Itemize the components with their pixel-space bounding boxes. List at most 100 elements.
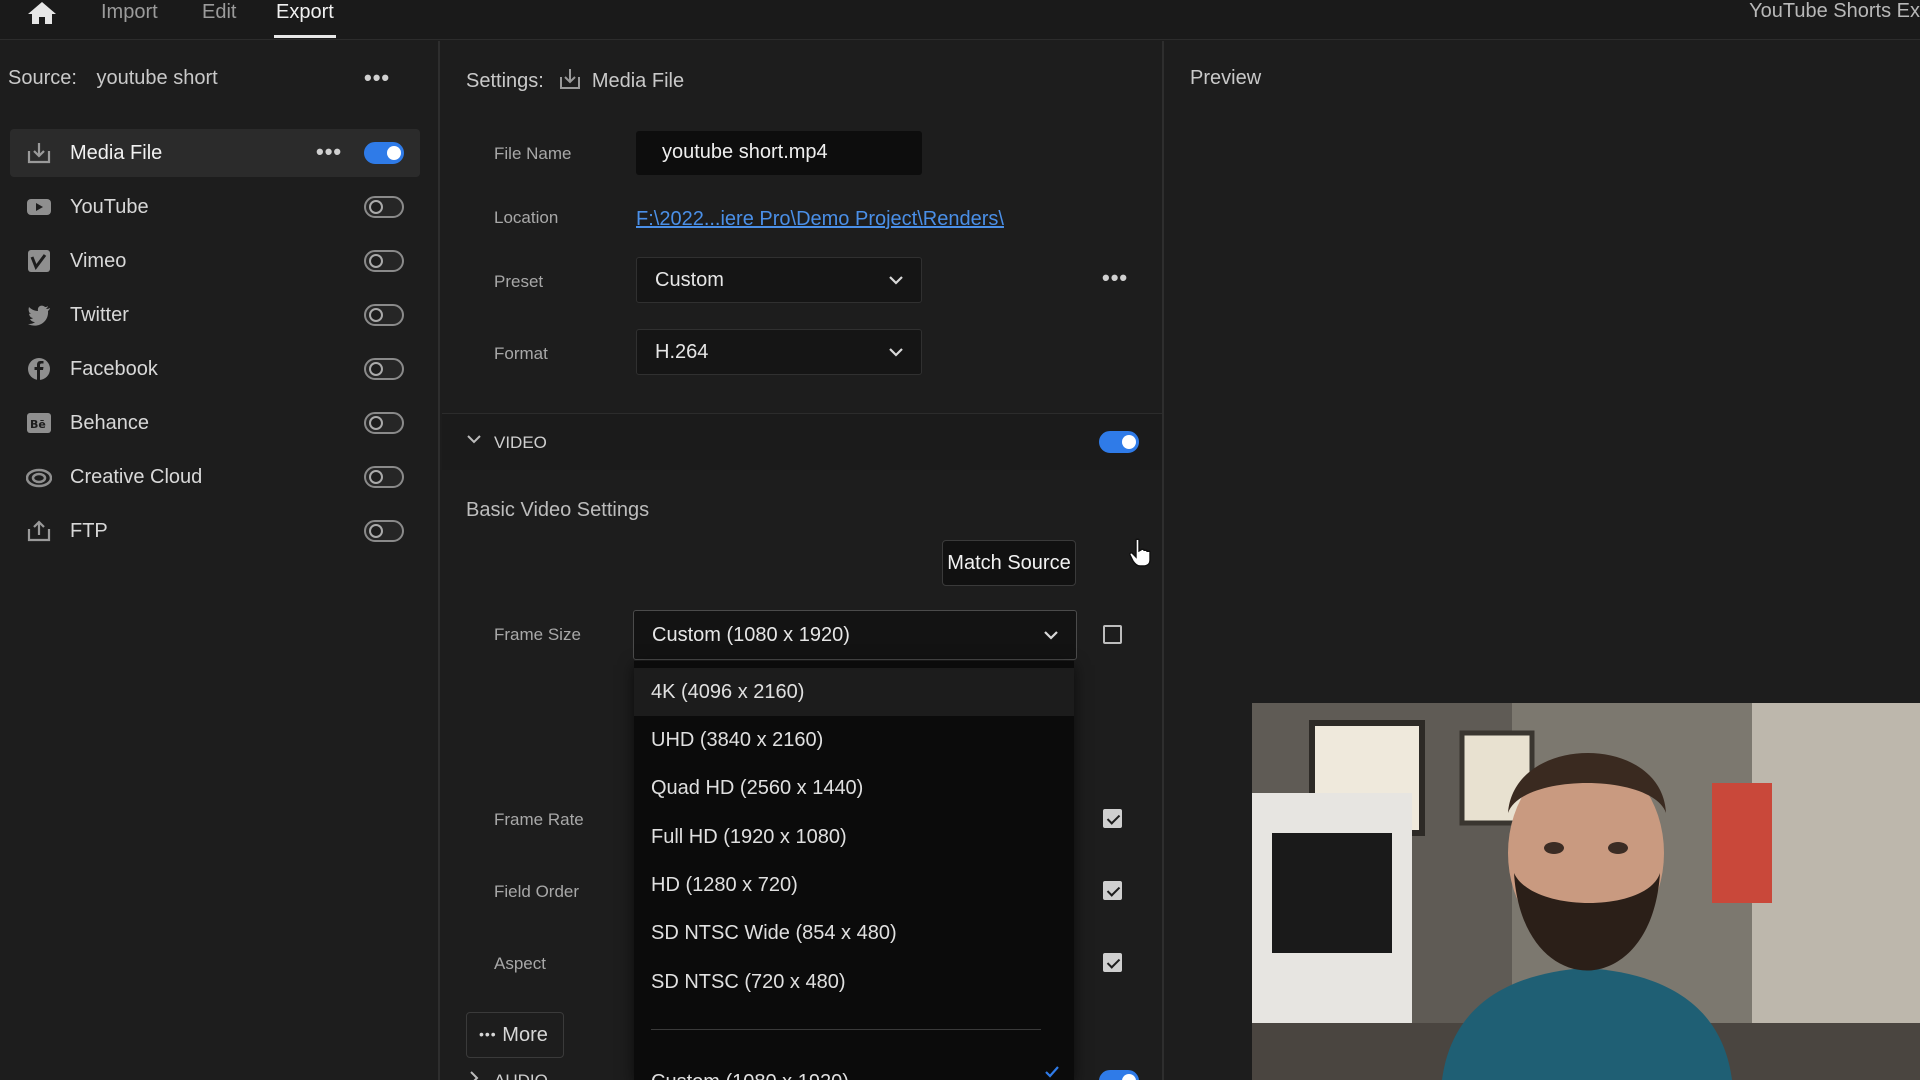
facebook-toggle[interactable] [364, 358, 404, 380]
webcam-overlay [1252, 703, 1920, 1080]
basic-video-settings-heading: Basic Video Settings [466, 499, 650, 521]
frame-size-option[interactable]: SD NTSC Wide (854 x 480) [634, 909, 1074, 957]
frame-size-option[interactable]: HD (1280 x 720) [634, 861, 1074, 909]
project-title: YouTube Shorts Ex [1749, 0, 1920, 22]
frame-size-option[interactable]: SD NTSC (720 x 480) [634, 958, 1074, 1006]
audio-toggle[interactable] [1099, 1070, 1139, 1080]
destination-behance[interactable]: Bē Behance [10, 399, 420, 447]
destination-label: Vimeo [70, 250, 127, 272]
settings-target: Media File [591, 70, 685, 92]
creative-cloud-icon [26, 468, 52, 488]
file-name-label: File Name [494, 144, 572, 163]
destination-ftp[interactable]: FTP [10, 507, 420, 555]
format-value: H.264 [655, 341, 709, 363]
match-source-button[interactable]: Match Source [942, 540, 1076, 586]
media-file-icon [559, 69, 580, 89]
more-dots-icon: ••• [479, 1026, 497, 1042]
twitter-icon [28, 305, 50, 326]
source-label: Source: [8, 67, 77, 89]
settings-label: Settings: [466, 70, 544, 92]
frame-size-select[interactable]: Custom (1080 x 1920) [633, 610, 1077, 660]
frame-size-value: Custom (1080 x 1920) [652, 624, 850, 646]
media-file-toggle[interactable] [364, 142, 404, 164]
more-button[interactable]: ••• More [466, 1012, 564, 1058]
destination-facebook[interactable]: Facebook [10, 345, 420, 393]
tab-import[interactable]: Import [101, 0, 158, 38]
destination-label: Behance [70, 412, 149, 434]
media-file-more-icon[interactable]: ••• [316, 139, 342, 165]
destination-vimeo[interactable]: Vimeo [10, 237, 420, 285]
aspect-label: Aspect [494, 954, 546, 973]
video-section-title: VIDEO [494, 433, 547, 452]
preview-title: Preview [1190, 67, 1262, 89]
audio-section-title: AUDIO [494, 1071, 548, 1080]
twitter-toggle[interactable] [364, 304, 404, 326]
tab-edit[interactable]: Edit [202, 0, 236, 38]
vimeo-icon [28, 250, 50, 272]
hand-cursor-icon [1129, 538, 1151, 567]
frame-size-option-custom[interactable]: Custom (1080 x 1920) [634, 1058, 1074, 1080]
field-order-label: Field Order [494, 882, 580, 901]
destination-youtube[interactable]: YouTube [10, 183, 420, 231]
video-toggle[interactable] [1099, 431, 1139, 453]
destination-label: YouTube [70, 196, 149, 218]
location-link[interactable]: F:\2022...iere Pro\Demo Project\Renders\ [636, 208, 1004, 231]
file-name-input[interactable]: youtube short.mp4 [636, 131, 922, 175]
ftp-toggle[interactable] [364, 520, 404, 542]
field-order-checkbox[interactable] [1103, 881, 1122, 900]
preset-value: Custom [655, 269, 724, 291]
chevron-down-icon [889, 276, 903, 285]
preset-select[interactable]: Custom [636, 257, 922, 303]
creative-cloud-toggle[interactable] [364, 466, 404, 488]
behance-icon: Bē [27, 413, 51, 433]
format-select[interactable]: H.264 [636, 329, 922, 375]
facebook-icon [28, 358, 50, 380]
preset-more-icon[interactable]: ••• [1102, 265, 1128, 291]
location-label: Location [494, 208, 559, 227]
frame-size-dropdown: 4K (4096 x 2160) UHD (3840 x 2160) Quad … [634, 661, 1074, 1080]
youtube-toggle[interactable] [364, 196, 404, 218]
chevron-down-icon[interactable] [466, 431, 482, 447]
frame-size-option[interactable]: UHD (3840 x 2160) [634, 716, 1074, 764]
svg-text:Bē: Bē [30, 418, 46, 431]
checkmark-icon [1045, 1066, 1059, 1078]
source-more-icon[interactable]: ••• [364, 65, 390, 91]
presenter-video-image [1252, 703, 1920, 1080]
destination-media-file[interactable]: Media File ••• [10, 129, 420, 177]
source-name: youtube short [96, 67, 218, 89]
frame-size-checkbox[interactable] [1103, 625, 1122, 644]
ftp-upload-icon [27, 520, 51, 542]
youtube-icon [27, 199, 51, 215]
aspect-checkbox[interactable] [1103, 953, 1122, 972]
frame-rate-label: Frame Rate [494, 810, 584, 829]
more-label: More [502, 1024, 548, 1046]
behance-toggle[interactable] [364, 412, 404, 434]
chevron-right-icon[interactable] [466, 1070, 482, 1080]
preset-label: Preset [494, 272, 544, 291]
media-file-icon [27, 143, 51, 164]
destination-creative-cloud[interactable]: Creative Cloud [10, 453, 420, 501]
settings-header: Settings: Media File [466, 67, 684, 93]
chevron-down-icon [889, 348, 903, 357]
frame-size-label: Frame Size [494, 625, 581, 644]
top-bar: Import Edit Export YouTube Shorts Ex [0, 0, 1920, 40]
frame-rate-checkbox[interactable] [1103, 809, 1122, 828]
frame-size-option[interactable]: 4K (4096 x 2160) [634, 668, 1074, 716]
destination-label: Twitter [70, 304, 129, 326]
video-section-header[interactable]: VIDEO [442, 414, 1162, 470]
destination-twitter[interactable]: Twitter [10, 291, 420, 339]
format-label: Format [494, 344, 548, 363]
destinations-panel: Source: youtube short ••• Media File •••… [0, 41, 440, 1080]
frame-size-option[interactable]: Quad HD (2560 x 1440) [634, 764, 1074, 812]
dropdown-separator [651, 1029, 1041, 1030]
destination-label: FTP [70, 520, 108, 542]
source-row: Source: youtube short [8, 67, 218, 90]
destination-label: Creative Cloud [70, 466, 203, 488]
chevron-down-icon [1044, 631, 1058, 640]
destination-label: Media File [70, 142, 163, 164]
vimeo-toggle[interactable] [364, 250, 404, 272]
frame-size-option[interactable]: Full HD (1920 x 1080) [634, 813, 1074, 861]
destination-label: Facebook [70, 358, 158, 380]
home-icon[interactable] [26, 0, 58, 28]
tab-export[interactable]: Export [274, 0, 336, 38]
